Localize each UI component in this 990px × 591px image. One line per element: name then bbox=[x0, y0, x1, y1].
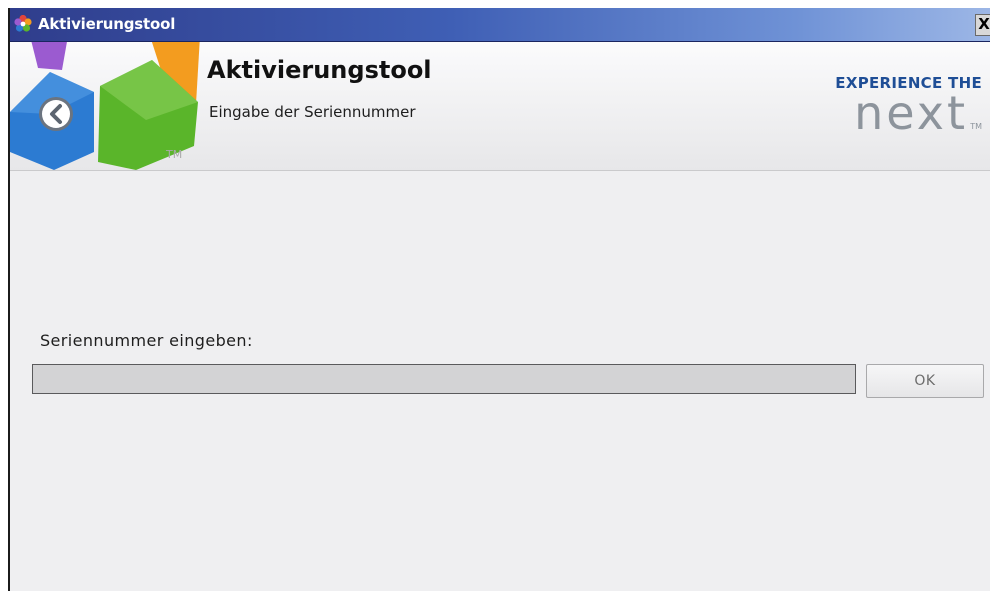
brand-trademark: TM bbox=[970, 122, 982, 131]
brand-wordmark: next bbox=[854, 86, 968, 140]
app-flower-icon bbox=[14, 15, 32, 32]
logo-trademark: TM bbox=[166, 148, 183, 161]
title-bar[interactable]: Aktivierungstool X bbox=[10, 8, 990, 42]
ok-button[interactable]: OK bbox=[866, 364, 984, 398]
back-chevron-icon[interactable] bbox=[39, 97, 73, 131]
header-banner: TM Aktivierungstool Eingabe der Seriennu… bbox=[10, 42, 990, 171]
activation-window: Aktivierungstool X TM Aktivierungstool E… bbox=[8, 8, 990, 591]
close-button[interactable]: X bbox=[975, 14, 990, 36]
serial-number-input[interactable] bbox=[32, 364, 856, 394]
window-title: Aktivierungstool bbox=[38, 15, 176, 33]
serial-number-label: Seriennummer eingeben: bbox=[40, 331, 253, 350]
page-subtitle: Eingabe der Seriennummer bbox=[209, 103, 416, 121]
page-title: Aktivierungstool bbox=[207, 56, 432, 84]
logo-purple-petal bbox=[31, 42, 67, 70]
brand-logo: EXPERIENCE THE next TM bbox=[812, 74, 982, 144]
